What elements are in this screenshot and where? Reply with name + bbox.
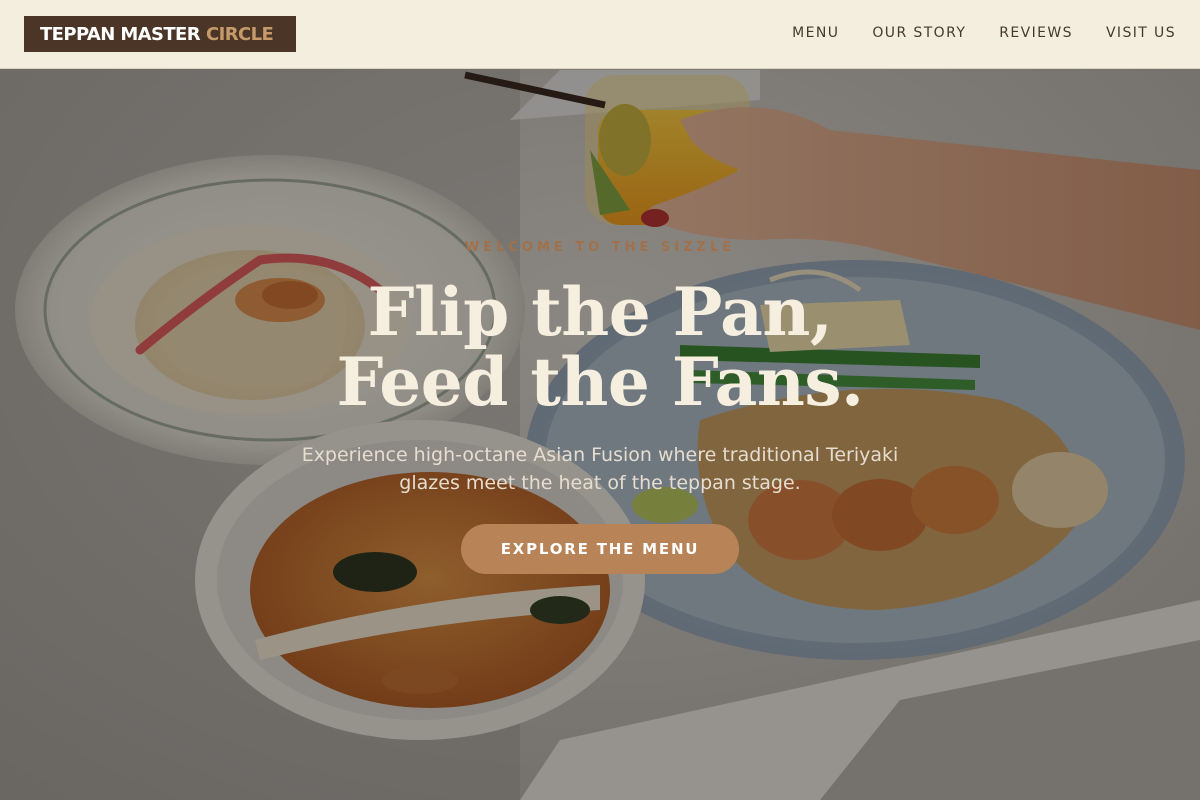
nav-link-our-story[interactable]: OUR STORY [872, 25, 966, 41]
hero-subtitle: Experience high-octane Asian Fusion wher… [301, 444, 899, 494]
brand-logo[interactable]: TEPPAN MASTER CIRCLE [24, 16, 296, 52]
nav-link-visit-us[interactable]: VISIT US [1106, 25, 1176, 41]
brand-name-accent: CIRCLE [206, 23, 274, 45]
nav-link-menu[interactable]: MENU [792, 25, 839, 41]
nav-link-reviews[interactable]: REVIEWS [999, 25, 1073, 41]
hero-headline-line-1: Flip the Pan, [367, 273, 833, 351]
main-nav: MENU OUR STORY REVIEWS VISIT US [792, 25, 1176, 41]
hero-eyebrow: WELCOME TO THE SIZZLE [464, 240, 736, 255]
hero-content: WELCOME TO THE SIZZLE Flip the Pan, Feed… [0, 69, 1200, 800]
brand-name-primary: TEPPAN MASTER [40, 23, 201, 45]
explore-menu-button[interactable]: EXPLORE THE MENU [461, 524, 739, 574]
hero-headline: Flip the Pan, Feed the Fans. [0, 277, 1200, 417]
hero-headline-line-2: Feed the Fans. [336, 343, 864, 421]
site-header: TEPPAN MASTER CIRCLE MENU OUR STORY REVI… [0, 0, 1200, 69]
